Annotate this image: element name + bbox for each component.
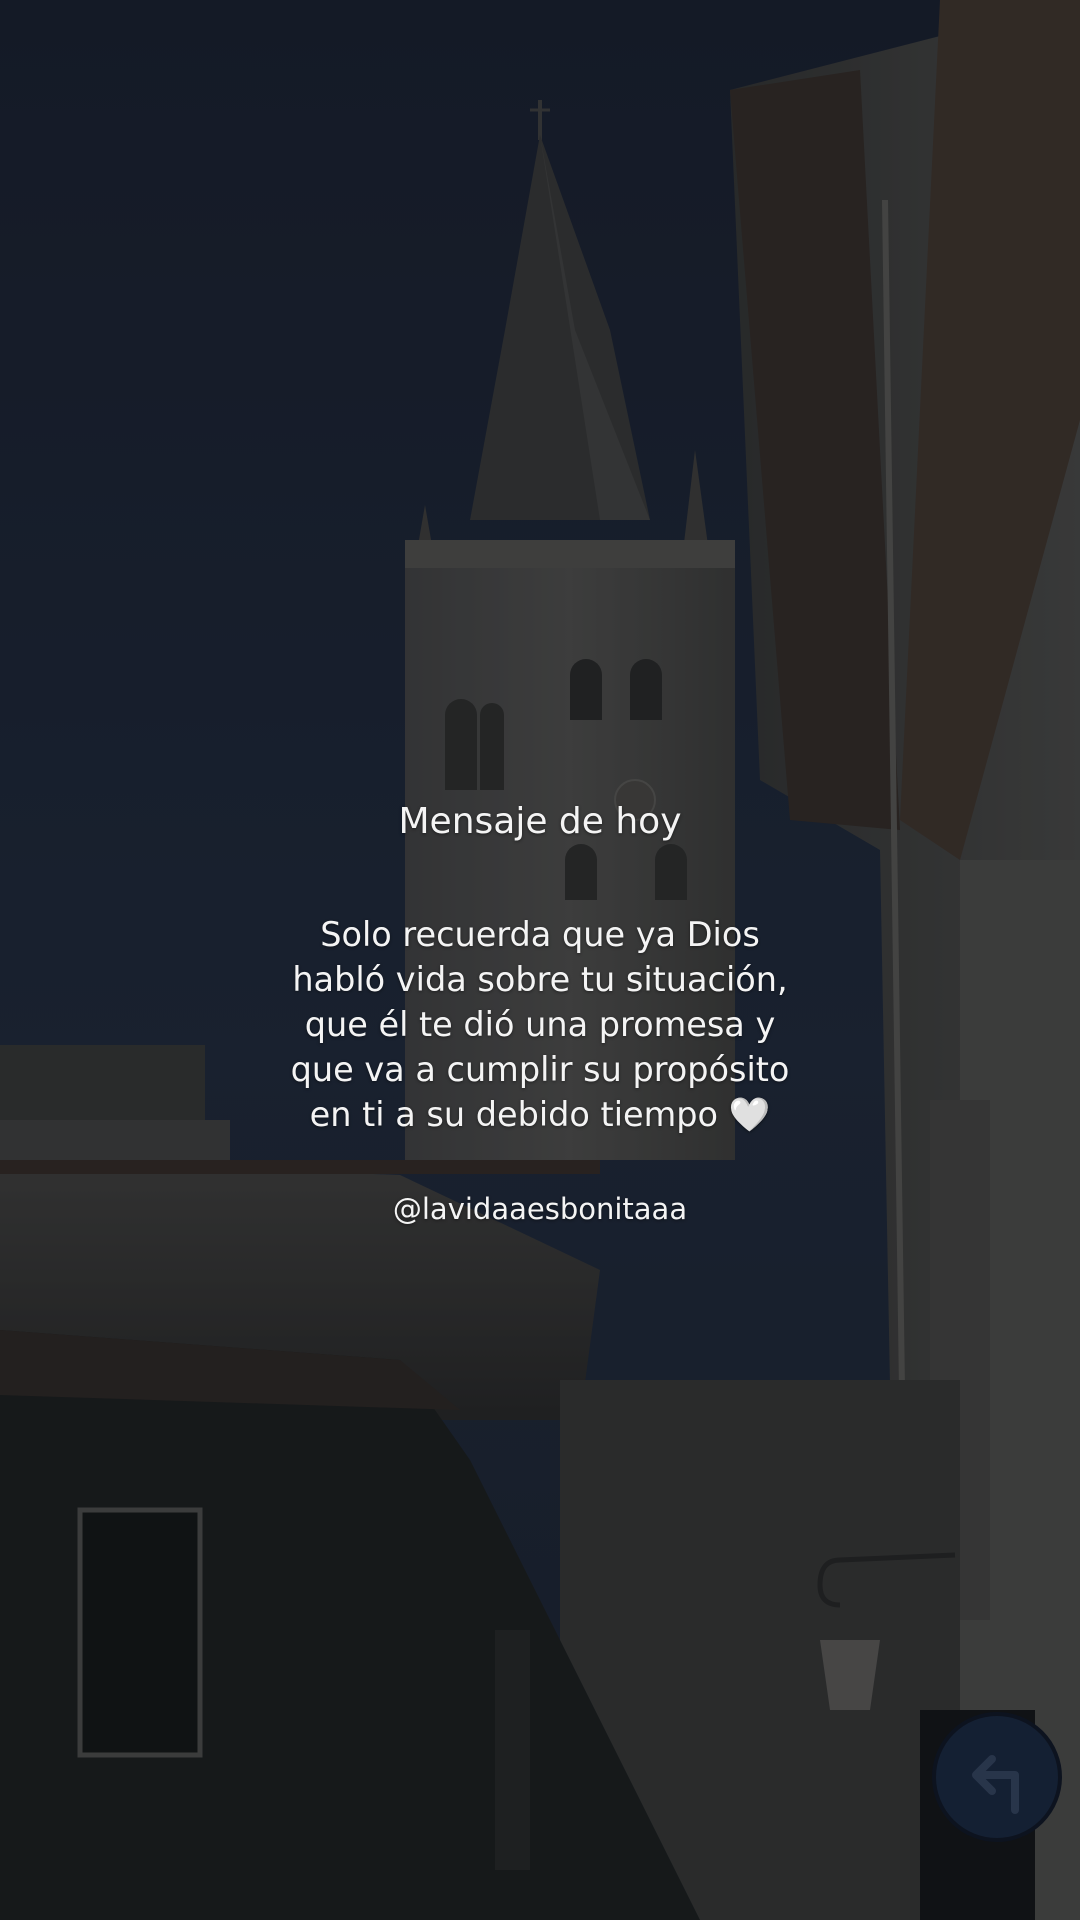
post-message: Solo recuerda que ya Dios habló vida sob… bbox=[140, 912, 940, 1137]
post-frame: Mensaje de hoy Solo recuerda que ya Dios… bbox=[0, 0, 1080, 1920]
white-heart-icon: 🤍 bbox=[728, 1095, 771, 1134]
message-text: Solo recuerda que ya Dios habló vida sob… bbox=[290, 915, 790, 1134]
author-handle[interactable]: @lavidaaesbonitaaa bbox=[140, 1187, 940, 1231]
caption-overlay: Mensaje de hoy Solo recuerda que ya Dios… bbox=[140, 792, 940, 1231]
post-title: Mensaje de hoy bbox=[398, 801, 682, 842]
